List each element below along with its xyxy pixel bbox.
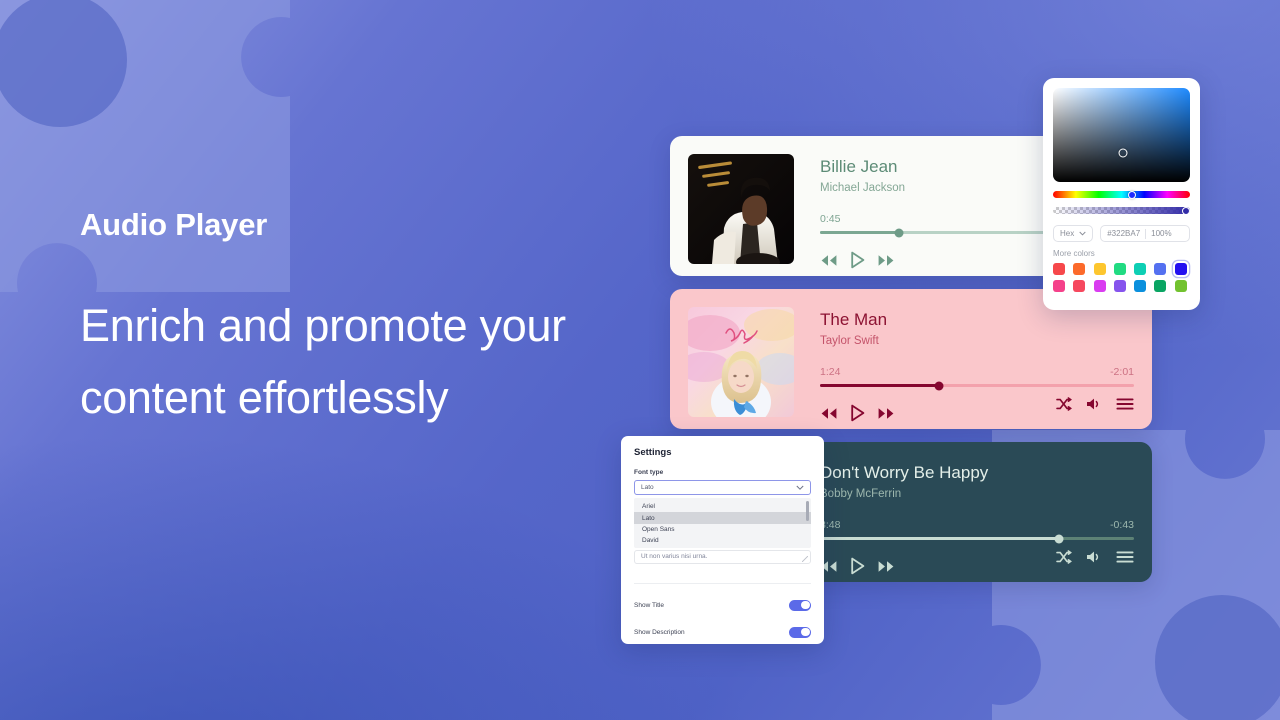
progress-knob[interactable] [1054,534,1064,544]
alpha-value-text: 100% [1151,229,1172,238]
color-swatch[interactable] [1073,263,1086,275]
player-body: The Man Taylor Swift 1:24 -2:01 [794,307,1134,422]
playlist-icon[interactable] [1116,550,1134,564]
font-options-list[interactable]: Ariel Lato Open Sans David [634,498,811,548]
page-title: Enrich and promote your content effortle… [80,300,566,424]
saturation-value-knob[interactable] [1118,148,1128,158]
track-title: The Man [820,310,888,329]
toggle-knob [801,627,810,637]
progress-fill [820,537,1059,541]
font-type-selected-value: Lato [641,484,654,491]
page-eyebrow: Audio Player [80,207,268,242]
hex-value-input[interactable]: #322BA7 100% [1100,225,1190,242]
volume-icon[interactable] [1086,397,1102,411]
player-body: Don't Worry Be Happy Bobby McFerrin 3:48… [794,460,1134,575]
shuffle-icon[interactable] [1056,397,1072,411]
time-remaining: -0:43 [1110,519,1134,532]
color-swatch[interactable] [1154,280,1167,292]
album-cover-thriller [688,154,794,264]
color-swatch[interactable] [1154,263,1167,275]
rewind-icon[interactable] [820,254,838,267]
color-swatch[interactable] [1053,263,1065,275]
alpha-slider[interactable] [1053,206,1190,215]
font-option[interactable]: Ariel [634,501,811,512]
track-artist: Bobby McFerrin [820,488,902,501]
secondary-controls[interactable] [1056,550,1134,564]
color-swatch[interactable] [1174,263,1187,275]
alpha-knob[interactable] [1182,206,1190,215]
fast-forward-icon[interactable] [877,254,895,267]
playlist-icon[interactable] [1116,397,1134,411]
progress-fill [820,231,899,235]
chevron-down-icon [1079,231,1086,236]
color-swatch[interactable] [1134,263,1147,275]
hero-copy: Audio Player Enrich and promote your con… [80,207,640,434]
time-row: 3:48 -0:43 [820,519,1134,531]
show-description-toggle[interactable] [789,626,811,638]
hue-knob[interactable] [1128,190,1136,199]
settings-panel[interactable]: Settings Font type Lato Ariel Lato Open Sa… [621,436,824,644]
alpha-bar[interactable] [1053,207,1190,214]
settings-title: Settings [634,447,672,458]
divider [1145,228,1147,239]
description-textarea[interactable]: Ut non varius nisi urna. [634,549,811,564]
hue-slider[interactable] [1053,190,1190,199]
rewind-icon[interactable] [820,407,838,420]
fast-forward-icon[interactable] [877,407,895,420]
font-option[interactable]: Open Sans [634,524,811,535]
setting-label: Show Title [634,601,664,609]
play-icon[interactable] [850,557,865,575]
setting-show-description[interactable]: Show Description [634,626,811,638]
hex-value-text: #322BA7 [1107,229,1141,238]
description-value: Ut non varius nisi urna. [641,553,708,560]
color-swatch[interactable] [1113,263,1126,275]
show-title-toggle[interactable] [789,599,811,611]
color-swatch[interactable] [1113,280,1126,292]
time-elapsed: 0:45 [820,213,841,226]
more-colors-label: More colors [1053,249,1095,258]
resize-grip-icon[interactable] [802,555,808,562]
time-elapsed: 1:24 [820,366,841,379]
track-artist: Taylor Swift [820,335,879,348]
time-remaining: -2:01 [1110,366,1134,379]
color-swatch[interactable] [1093,280,1106,292]
toggle-knob [801,600,810,610]
hue-bar[interactable] [1053,191,1190,198]
progress-slider[interactable] [820,381,1134,391]
play-icon[interactable] [850,404,865,422]
setting-label: Show Description [634,628,685,636]
color-swatch[interactable] [1073,280,1086,292]
time-row: 1:24 -2:01 [820,366,1134,378]
font-option[interactable]: Lato [634,512,811,524]
hex-input-row[interactable]: Hex #322BA7 100% [1053,225,1190,242]
color-swatch-grid[interactable] [1053,263,1190,292]
volume-icon[interactable] [1086,550,1102,564]
chevron-down-icon [796,485,804,490]
progress-knob[interactable] [934,381,944,391]
color-swatch[interactable] [1174,280,1187,292]
track-title: Don't Worry Be Happy [820,463,989,482]
play-icon[interactable] [850,251,865,269]
audio-player-card-the-man[interactable]: The Man Taylor Swift 1:24 -2:01 [670,289,1152,429]
fast-forward-icon[interactable] [877,560,895,573]
color-picker-panel[interactable]: Hex #322BA7 100% More colors [1043,78,1200,310]
font-type-label: Font type [634,469,664,476]
album-cover-lover [688,307,794,417]
font-option[interactable]: David [634,535,811,546]
options-scrollbar[interactable] [806,501,809,521]
progress-knob[interactable] [894,228,903,238]
setting-show-title[interactable]: Show Title [634,599,811,611]
shuffle-icon[interactable] [1056,550,1072,564]
color-swatch[interactable] [1134,280,1147,292]
progress-slider[interactable] [820,534,1134,544]
color-mode-select[interactable]: Hex [1053,225,1094,242]
color-swatch[interactable] [1053,280,1065,292]
font-type-select[interactable]: Lato [634,480,811,495]
color-mode-label: Hex [1060,229,1075,238]
secondary-controls[interactable] [1056,397,1134,411]
color-swatch[interactable] [1093,263,1106,275]
progress-fill [820,384,940,388]
saturation-value-area[interactable] [1053,88,1190,182]
divider [634,582,811,584]
